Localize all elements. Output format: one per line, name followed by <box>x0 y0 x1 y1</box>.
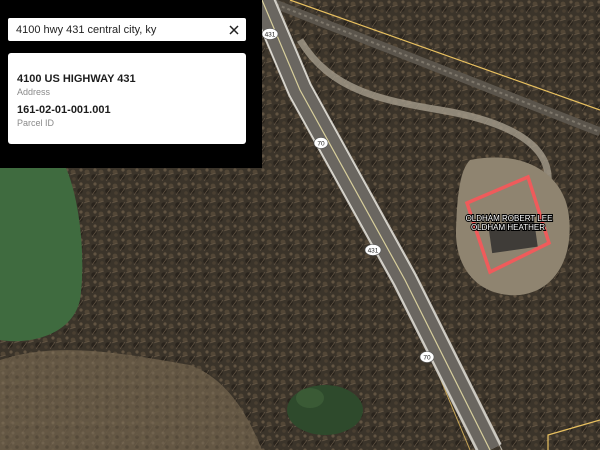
road-shield-70-top: 70 <box>313 137 329 149</box>
road-shield-431-top: 431 <box>261 28 279 40</box>
search-box <box>8 18 246 41</box>
parcel-owner-label: OLDHAM ROBERT LEE OLDHAM HEATHER <box>465 213 554 233</box>
svg-text:70: 70 <box>317 141 325 148</box>
owner-line-1: OLDHAM ROBERT LEE <box>466 214 553 223</box>
close-icon[interactable] <box>226 22 242 38</box>
address-value: 4100 US HIGHWAY 431 <box>17 73 136 85</box>
parcel-id-value: 161-02-01-001.001 <box>17 104 111 116</box>
search-panel: 4100 US HIGHWAY 431 Address 161-02-01-00… <box>0 0 262 168</box>
parcel-id-label: Parcel ID <box>17 118 55 128</box>
svg-text:431: 431 <box>265 32 276 39</box>
parcel-result-card[interactable]: 4100 US HIGHWAY 431 Address 161-02-01-00… <box>8 53 246 144</box>
svg-text:431: 431 <box>368 248 379 255</box>
search-input[interactable] <box>16 23 226 36</box>
road-shield-431-middle: 431 <box>364 244 382 256</box>
svg-text:70: 70 <box>423 355 431 362</box>
pond <box>0 168 83 342</box>
road-shield-70-bottom: 70 <box>419 351 435 363</box>
owner-line-2: OLDHAM HEATHER <box>471 223 545 232</box>
address-label: Address <box>17 87 51 97</box>
